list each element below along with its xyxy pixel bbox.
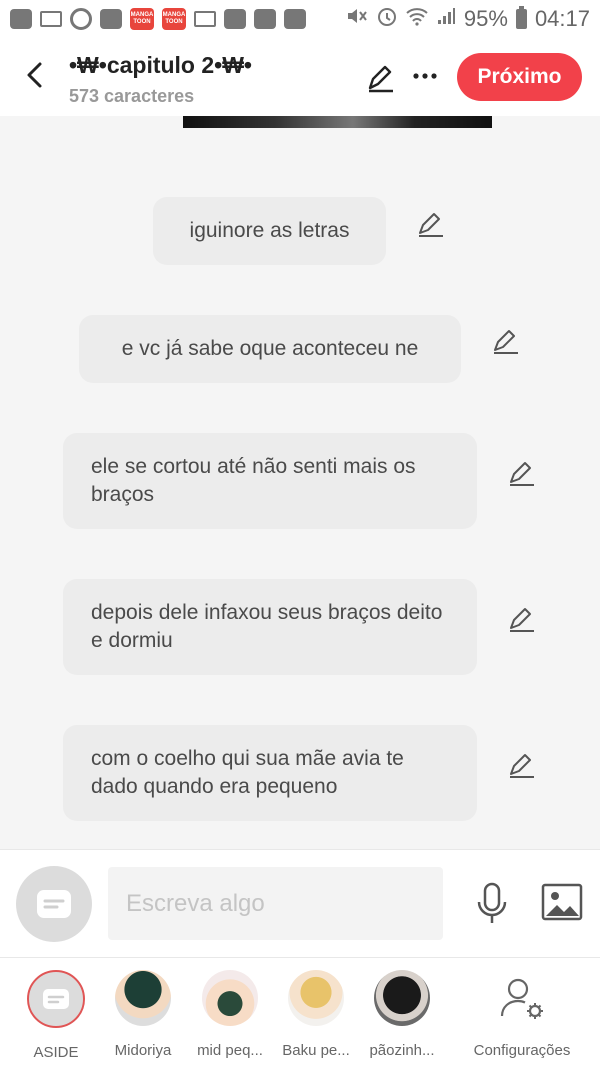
pencil-icon — [368, 65, 393, 93]
editor-header: •₩•capitulo 2•₩• 573 caracteres Próximo — [0, 38, 600, 116]
back-button[interactable] — [22, 60, 48, 90]
battery-percent: 95% — [463, 6, 508, 31]
character-name: Configurações — [473, 1042, 571, 1059]
character-selector: ASIDE Midoriya mid peq... Baku pe... pão… — [0, 957, 600, 1067]
more-dots-icon — [413, 73, 437, 79]
character-baku-pe[interactable]: Baku pe... — [272, 970, 360, 1059]
avatar — [288, 970, 344, 1026]
character-name: Midoriya — [114, 1042, 172, 1059]
next-button[interactable]: Próximo — [457, 53, 582, 101]
chat-notification-icon — [10, 9, 32, 29]
message-bubble[interactable]: depois dele infaxou seus braços deito e … — [63, 579, 477, 675]
mangatoon-icon: MANGA TOON — [130, 8, 154, 30]
message-input[interactable] — [108, 867, 443, 940]
pencil-icon[interactable] — [507, 604, 537, 634]
system-status: 95% 04:17 — [346, 5, 590, 33]
message-input-bar — [0, 849, 600, 957]
aside-bubble-icon — [37, 890, 71, 918]
image-icon — [541, 883, 583, 921]
calendar-notification-icon — [40, 11, 62, 27]
chapter-title[interactable]: •₩•capitulo 2•₩• — [69, 52, 252, 79]
character-name: ASIDE — [33, 1044, 79, 1061]
app-notification-icon-2 — [254, 9, 276, 29]
pencil-icon[interactable] — [491, 326, 521, 356]
pencil-icon[interactable] — [416, 209, 446, 239]
character-paozinho[interactable]: pãozinh... — [358, 970, 446, 1059]
app-notification-icon-1 — [224, 9, 246, 29]
gallery-notification-icon — [100, 9, 122, 29]
aside-toggle-button[interactable] — [16, 866, 92, 942]
wifi-icon — [406, 6, 428, 32]
person-gear-icon — [500, 978, 543, 1019]
message-bubble[interactable]: com o coelho qui sua mãe avia te dado qu… — [63, 725, 477, 821]
chevron-left-icon — [27, 62, 42, 88]
battery-icon — [515, 6, 527, 29]
mute-icon — [346, 6, 368, 32]
gallery-button[interactable] — [541, 883, 583, 921]
settings-avatar — [494, 970, 550, 1026]
message-bubble[interactable]: iguinore as letras — [153, 197, 386, 265]
pencil-icon[interactable] — [507, 458, 537, 488]
status-bar: MANGA TOON MANGA TOON 95% 04:17 — [0, 0, 600, 38]
image-preview[interactable] — [183, 116, 492, 128]
character-name: Baku pe... — [282, 1042, 350, 1059]
edit-title-button[interactable] — [365, 62, 397, 94]
message-bubble[interactable]: e vc já sabe oque aconteceu ne — [79, 315, 461, 383]
mail-icon — [194, 11, 216, 27]
avatar — [374, 970, 430, 1026]
character-mid-peq[interactable]: mid peq... — [186, 970, 274, 1059]
avatar — [202, 970, 258, 1026]
microphone-button[interactable] — [474, 882, 510, 926]
character-settings[interactable]: Configurações — [466, 970, 578, 1059]
character-name: mid peq... — [197, 1042, 263, 1059]
pencil-icon[interactable] — [507, 750, 537, 780]
aside-avatar — [27, 970, 85, 1028]
avatar — [115, 970, 171, 1026]
app-notification-icon-3 — [284, 9, 306, 29]
more-options-button[interactable] — [412, 62, 438, 90]
character-midoriya[interactable]: Midoriya — [99, 970, 187, 1059]
character-aside[interactable]: ASIDE — [12, 970, 100, 1061]
message-bubble[interactable]: ele se cortou até não senti mais os braç… — [63, 433, 477, 529]
character-name: pãozinh... — [369, 1042, 435, 1059]
mangatoon-icon-2: MANGA TOON — [162, 8, 186, 30]
character-count: 573 caracteres — [69, 86, 195, 106]
aside-bubble-icon — [43, 989, 69, 1009]
clock: 04:17 — [534, 6, 590, 31]
signal-icon — [436, 6, 456, 32]
chat-content[interactable]: iguinore as letras e vc já sabe oque aco… — [0, 116, 600, 849]
notification-icons: MANGA TOON MANGA TOON — [10, 8, 306, 30]
whatsapp-icon — [70, 8, 92, 30]
alarm-icon — [376, 5, 398, 33]
microphone-icon — [477, 882, 507, 923]
